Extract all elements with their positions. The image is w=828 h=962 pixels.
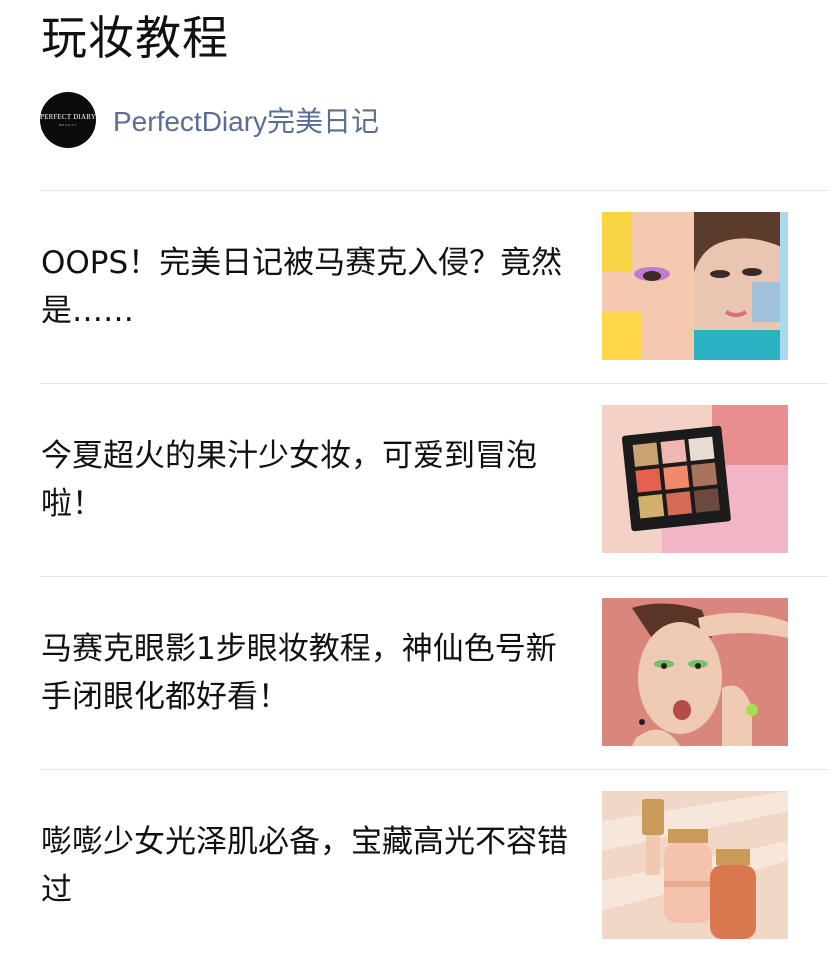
avatar[interactable]: PERFECT DIARY BEAUTY — [40, 92, 96, 148]
article-item[interactable]: 马赛克眼影1步眼妆教程，神仙色号新手闭眼化都好看！ — [40, 576, 828, 769]
account-row[interactable]: PERFECT DIARY BEAUTY PerfectDiary完美日记 — [40, 92, 379, 148]
highlighter-bottles-image — [602, 791, 788, 939]
account-name-link[interactable]: PerfectDiary完美日记 — [113, 100, 379, 140]
avatar-logo-text: PERFECT DIARY — [40, 112, 96, 121]
model-portrait-image — [602, 598, 788, 746]
article-item[interactable]: OOPS！完美日记被马赛克入侵？竟然是…… — [40, 190, 828, 383]
eyeshadow-palette-image — [602, 405, 788, 553]
page-title: 玩妆教程 — [41, 11, 229, 65]
article-title[interactable]: 嘭嘭少女光泽肌必备，宝藏高光不容错过 — [41, 818, 571, 914]
article-title[interactable]: 今夏超火的果汁少女妆，可爱到冒泡啦！ — [41, 432, 571, 528]
article-list: OOPS！完美日记被马赛克入侵？竟然是…… 今夏超火的果汁少女妆，可爱到冒泡啦！… — [40, 190, 828, 962]
article-item[interactable]: 今夏超火的果汁少女妆，可爱到冒泡啦！ — [40, 383, 828, 576]
article-item[interactable]: 嘭嘭少女光泽肌必备，宝藏高光不容错过 — [40, 769, 828, 962]
article-title[interactable]: 马赛克眼影1步眼妆教程，神仙色号新手闭眼化都好看！ — [41, 625, 571, 721]
article-thumbnail[interactable] — [602, 598, 788, 746]
article-list-page: 玩妆教程 PERFECT DIARY BEAUTY PerfectDiary完美… — [0, 0, 828, 939]
article-thumbnail[interactable] — [602, 405, 788, 553]
article-title[interactable]: OOPS！完美日记被马赛克入侵？竟然是…… — [41, 239, 571, 335]
article-thumbnail[interactable] — [602, 791, 788, 939]
mosaic-faces-image — [602, 212, 788, 360]
article-thumbnail[interactable] — [602, 212, 788, 360]
avatar-logo-subtext: BEAUTY — [59, 122, 77, 127]
